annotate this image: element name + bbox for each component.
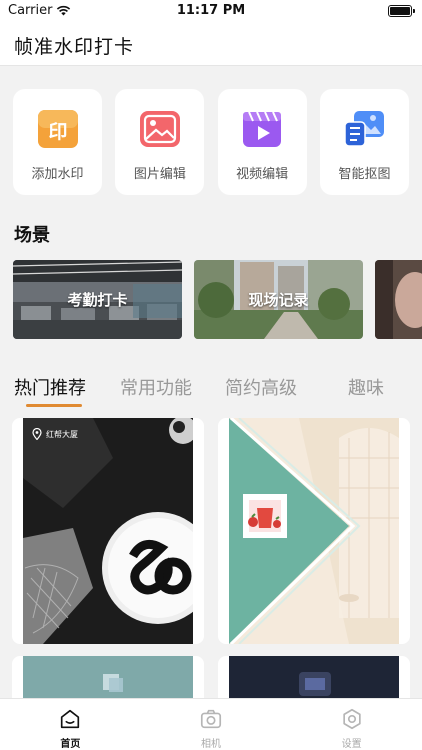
tool-label: 视频编辑 xyxy=(236,167,289,182)
tool-smart-cutout[interactable]: 智能抠图 xyxy=(319,89,409,195)
tool-grid: 印 添加水印 图片编辑 视频编辑 智能抠图 xyxy=(13,89,409,195)
tab-simple[interactable]: 简约高级 xyxy=(225,374,297,400)
location-tag: 红帮大厦 xyxy=(32,428,78,440)
tabbar-home[interactable]: 首页 xyxy=(0,699,141,750)
tool-add-watermark[interactable]: 印 添加水印 xyxy=(13,89,102,195)
category-tabs: 热门推荐 常用功能 简约高级 趣味 xyxy=(14,374,414,408)
settings-icon xyxy=(342,708,361,730)
battery-icon xyxy=(388,5,415,17)
scene-attendance[interactable]: 考勤打卡 xyxy=(13,260,182,339)
location-pin-icon xyxy=(32,428,42,440)
template-preview xyxy=(23,418,193,644)
location-text: 红帮大厦 xyxy=(46,429,78,439)
scene-label: 考勤打卡 xyxy=(67,291,128,309)
tool-video-edit[interactable]: 视频编辑 xyxy=(217,89,307,195)
home-icon xyxy=(61,709,80,729)
template-preview xyxy=(229,418,399,644)
tabbar-camera[interactable]: 相机 xyxy=(141,699,282,750)
app-title: 帧准水印打卡 xyxy=(14,36,135,58)
svg-text:印: 印 xyxy=(48,121,67,143)
scene-carousel[interactable]: 考勤打卡 现场记录 xyxy=(13,260,422,339)
portrait-image xyxy=(375,260,422,339)
scene-label: 现场记录 xyxy=(248,291,309,309)
template-card[interactable]: 红帮大厦 xyxy=(12,418,204,644)
video-edit-icon xyxy=(240,107,284,151)
tool-label: 智能抠图 xyxy=(338,167,391,182)
active-tab-indicator xyxy=(26,404,82,407)
watermark-icon: 印 xyxy=(36,107,80,151)
tool-label: 添加水印 xyxy=(31,167,84,182)
template-grid: 红帮大厦 xyxy=(12,418,410,716)
scene-site-record[interactable]: 现场记录 xyxy=(194,260,363,339)
tabbar-label: 首页 xyxy=(60,739,81,750)
status-time: 11:17 PM xyxy=(176,3,246,18)
camera-icon xyxy=(200,709,222,729)
tabbar-settings[interactable]: 设置 xyxy=(281,699,422,750)
scenes-heading: 场景 xyxy=(14,225,50,246)
tab-common[interactable]: 常用功能 xyxy=(120,374,192,400)
image-edit-icon xyxy=(138,107,182,151)
tool-label: 图片编辑 xyxy=(133,167,186,182)
tabbar-label: 相机 xyxy=(201,739,221,750)
tabbar-label: 设置 xyxy=(341,739,362,750)
template-card[interactable] xyxy=(218,418,410,644)
navigation-bar: 帧准水印打卡 xyxy=(0,24,422,66)
tool-image-edit[interactable]: 图片编辑 xyxy=(115,89,205,195)
bottom-tab-bar: 首页 相机 设置 xyxy=(0,698,422,750)
scene-more[interactable] xyxy=(375,260,422,339)
cutout-icon xyxy=(342,107,386,151)
status-bar: Carrier 11:17 PM xyxy=(0,0,422,24)
tab-hot[interactable]: 热门推荐 xyxy=(14,374,86,400)
tab-fun[interactable]: 趣味 xyxy=(348,374,384,400)
